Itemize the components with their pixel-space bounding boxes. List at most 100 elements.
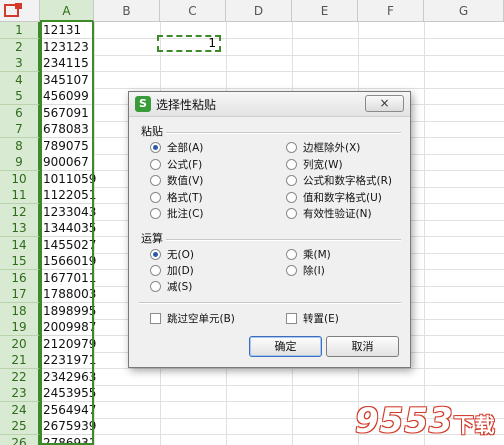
cell-a14[interactable]: 1455027 <box>40 236 96 254</box>
cell-a16[interactable]: 1677011 <box>40 269 96 287</box>
row-header-5[interactable]: 5 <box>0 88 40 105</box>
radio-button[interactable] <box>150 191 161 203</box>
radio-button[interactable] <box>150 208 161 219</box>
grid-column-line <box>424 22 425 445</box>
row-header-22[interactable]: 22 <box>0 368 40 386</box>
cell-a11[interactable]: 1122051 <box>40 187 96 204</box>
cell-a21[interactable]: 2231971 <box>40 352 96 369</box>
radio-button[interactable] <box>150 175 161 186</box>
dialog-titlebar[interactable]: S 选择性粘贴 × <box>129 92 410 117</box>
transpose-box[interactable] <box>286 313 297 324</box>
close-button[interactable]: × <box>365 95 404 112</box>
column-header-d[interactable]: D <box>226 0 292 22</box>
radio-button[interactable] <box>286 208 297 219</box>
watermark-number: 9553 <box>355 401 454 441</box>
app-logo-icon <box>3 2 27 20</box>
grid-row-line <box>94 87 504 89</box>
row-header-2[interactable]: 2 <box>0 38 40 56</box>
cell-a22[interactable]: 2342963 <box>40 368 96 386</box>
cell-a10[interactable]: 1011059 <box>40 170 96 188</box>
row-header-14[interactable]: 14 <box>0 236 40 254</box>
radio-button[interactable] <box>286 191 297 203</box>
row-header-1[interactable]: 1 <box>0 22 40 39</box>
cell-a15[interactable]: 1566019 <box>40 253 96 270</box>
grid-row-line <box>94 38 504 39</box>
cell-a25[interactable]: 2675939 <box>40 418 96 435</box>
options-divider <box>139 302 401 304</box>
cell-a3[interactable]: 234115 <box>40 55 94 72</box>
row-header-19[interactable]: 19 <box>0 319 40 336</box>
row-header-6[interactable]: 6 <box>0 104 40 122</box>
column-header-f[interactable]: F <box>358 0 424 22</box>
row-header-20[interactable]: 20 <box>0 335 40 353</box>
option-label: 边框除外(X) <box>303 142 361 154</box>
row-header-16[interactable]: 16 <box>0 269 40 287</box>
cell-a7[interactable]: 678083 <box>40 121 94 138</box>
cell-a6[interactable]: 567091 <box>40 104 94 122</box>
radio-button[interactable] <box>286 175 297 186</box>
column-header-e[interactable]: E <box>292 0 358 22</box>
column-header-b[interactable]: B <box>94 0 160 22</box>
cell-a20[interactable]: 2120979 <box>40 335 96 353</box>
option-label: 批注(C) <box>167 208 204 220</box>
cell-a9[interactable]: 900067 <box>40 154 94 171</box>
cell-a24[interactable]: 2564947 <box>40 401 96 419</box>
radio-button[interactable] <box>150 142 161 153</box>
cell-a5[interactable]: 456099 <box>40 88 94 105</box>
row-header-18[interactable]: 18 <box>0 302 40 320</box>
radio-button[interactable] <box>286 142 297 153</box>
ok-button[interactable]: 确定 <box>249 336 322 357</box>
column-header-a[interactable]: A <box>40 0 94 22</box>
row-header-26[interactable]: 26 <box>0 434 40 445</box>
cell-a1[interactable]: 12131 <box>40 22 94 39</box>
cell-a2[interactable]: 123123 <box>40 38 94 56</box>
row-header-13[interactable]: 13 <box>0 220 40 237</box>
transpose-label: 转置(E) <box>303 313 339 325</box>
grid-row-line <box>94 384 504 386</box>
radio-button[interactable] <box>150 265 161 276</box>
row-header-17[interactable]: 17 <box>0 286 40 303</box>
cancel-button[interactable]: 取消 <box>326 336 399 357</box>
radio-button[interactable] <box>150 249 161 260</box>
row-header-4[interactable]: 4 <box>0 71 40 89</box>
row-header-21[interactable]: 21 <box>0 352 40 369</box>
row-header-8[interactable]: 8 <box>0 137 40 155</box>
grid-row-line <box>94 71 504 72</box>
row-header-12[interactable]: 12 <box>0 203 40 221</box>
row-header-9[interactable]: 9 <box>0 154 40 171</box>
radio-button[interactable] <box>150 281 161 292</box>
cell-a26[interactable]: 2786931 <box>40 434 96 445</box>
row-header-24[interactable]: 24 <box>0 401 40 419</box>
operation-group-divider <box>166 239 401 241</box>
paste-group-label: 粘贴 <box>141 125 163 138</box>
cell-a13[interactable]: 1344035 <box>40 220 96 237</box>
row-header-25[interactable]: 25 <box>0 418 40 435</box>
option-label: 公式(F) <box>167 158 203 171</box>
dialog-title: 选择性粘贴 <box>156 98 217 112</box>
radio-button[interactable] <box>286 158 297 170</box>
cell-a19[interactable]: 2009987 <box>40 319 96 336</box>
row-header-11[interactable]: 11 <box>0 187 40 204</box>
row-header-10[interactable]: 10 <box>0 170 40 188</box>
skip-blanks-label: 跳过空单元(B) <box>167 313 235 325</box>
column-header-c[interactable]: C <box>160 0 226 22</box>
cell-a4[interactable]: 345107 <box>40 71 94 89</box>
row-header-23[interactable]: 23 <box>0 385 40 402</box>
cell-a17[interactable]: 1788003 <box>40 286 96 303</box>
cell-a18[interactable]: 1898995 <box>40 302 96 320</box>
cell-a23[interactable]: 2453955 <box>40 385 96 402</box>
column-header-g[interactable]: G <box>424 0 504 22</box>
cell-a12[interactable]: 1233043 <box>40 203 96 221</box>
skip-blanks-box[interactable] <box>150 313 161 324</box>
copied-cell-c2[interactable]: 1 <box>157 35 221 52</box>
row-header-15[interactable]: 15 <box>0 253 40 270</box>
radio-button[interactable] <box>286 265 297 276</box>
grid-row-line <box>94 368 504 369</box>
row-header-7[interactable]: 7 <box>0 121 40 138</box>
radio-button[interactable] <box>286 249 297 260</box>
option-label: 有效性验证(N) <box>303 208 372 220</box>
paste-group-divider <box>166 132 401 134</box>
radio-button[interactable] <box>150 158 161 170</box>
row-header-3[interactable]: 3 <box>0 55 40 72</box>
cell-a8[interactable]: 789075 <box>40 137 94 155</box>
